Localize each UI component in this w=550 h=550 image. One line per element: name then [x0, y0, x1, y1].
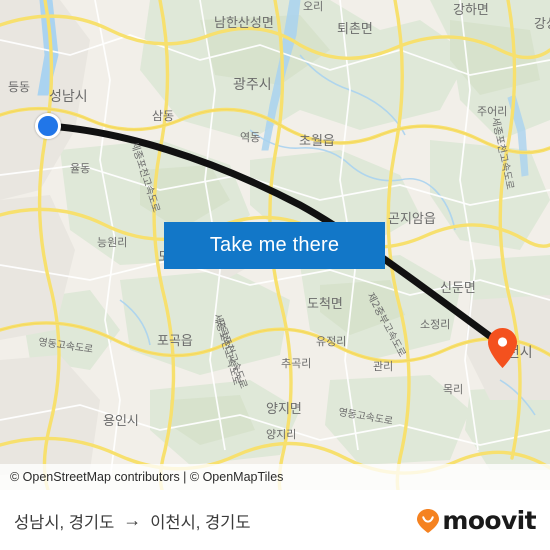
map-label: 영동고속도로: [38, 336, 94, 356]
map-label: 신둔면: [440, 281, 476, 296]
map-label: 퇴촌면: [337, 22, 373, 37]
attribution-text: © OpenStreetMap contributors | © OpenMap…: [10, 470, 284, 484]
map-label: 도척면: [307, 297, 343, 312]
moovit-pin-icon: [417, 508, 440, 533]
map-label: 강하면: [453, 3, 489, 18]
moovit-logo[interactable]: moovit: [416, 508, 538, 534]
map-label: 관리: [373, 360, 393, 373]
map-attribution: © OpenStreetMap contributors | © OpenMap…: [0, 464, 550, 490]
moovit-route-card: 남한산성면오리퇴촌면강하면강상등동성남시광주시주어리삼동역동초월읍세종포천고속도…: [0, 0, 550, 550]
map-label: 등동: [8, 80, 30, 94]
map-label: 세종포천고속도로: [128, 140, 162, 214]
map-label: 영동고속도로: [337, 406, 393, 427]
map-label: 역동: [240, 131, 260, 144]
destination-marker[interactable]: [488, 328, 517, 368]
map-label: 용인시: [103, 414, 139, 429]
map-label: 포곡읍: [157, 334, 193, 349]
map-label: 양지면: [266, 402, 302, 417]
take-me-there-button[interactable]: Take me there: [164, 222, 385, 269]
map-label: 율동: [70, 162, 90, 175]
origin-marker[interactable]: [35, 113, 61, 139]
destination-label: 이천시, 경기도: [150, 513, 251, 532]
map-label: 광주시: [233, 77, 272, 93]
map-label: 세종포천고속도로: [489, 116, 516, 190]
map-label: 초월읍: [299, 134, 335, 149]
map-pin-icon: [488, 328, 517, 368]
map-label: 강상: [534, 17, 550, 32]
map-label: 포곡포천고속도로: [213, 317, 249, 390]
map-canvas[interactable]: 남한산성면오리퇴촌면강하면강상등동성남시광주시주어리삼동역동초월읍세종포천고속도…: [0, 0, 550, 490]
map-label: 추곡리: [281, 357, 311, 370]
map-label: 삼동: [152, 109, 174, 123]
map-label: 제2중부고속도로: [364, 291, 408, 359]
moovit-wordmark: moovit: [442, 506, 536, 535]
map-label: 오리: [303, 0, 323, 13]
origin-label: 성남시, 경기도: [14, 513, 115, 532]
map-label: 양지리: [266, 428, 296, 441]
arrow-right-icon: →: [123, 510, 142, 530]
map-label: 세종포천고속도로: [211, 313, 243, 387]
map-label: 능원리: [97, 236, 127, 249]
map-label: 목리: [443, 383, 463, 396]
map-label: 소정리: [420, 318, 450, 331]
footer-bar: 성남시, 경기도 → 이천시, 경기도 moovit: [0, 490, 550, 550]
map-label: 유정리: [316, 335, 346, 348]
route-summary: 성남시, 경기도 → 이천시, 경기도: [14, 509, 251, 533]
map-label: 남한산성면: [214, 16, 274, 31]
map-label: 곤지암읍: [388, 212, 436, 227]
map-label: 성남시: [49, 89, 88, 105]
map-label: 주어리: [477, 105, 507, 118]
